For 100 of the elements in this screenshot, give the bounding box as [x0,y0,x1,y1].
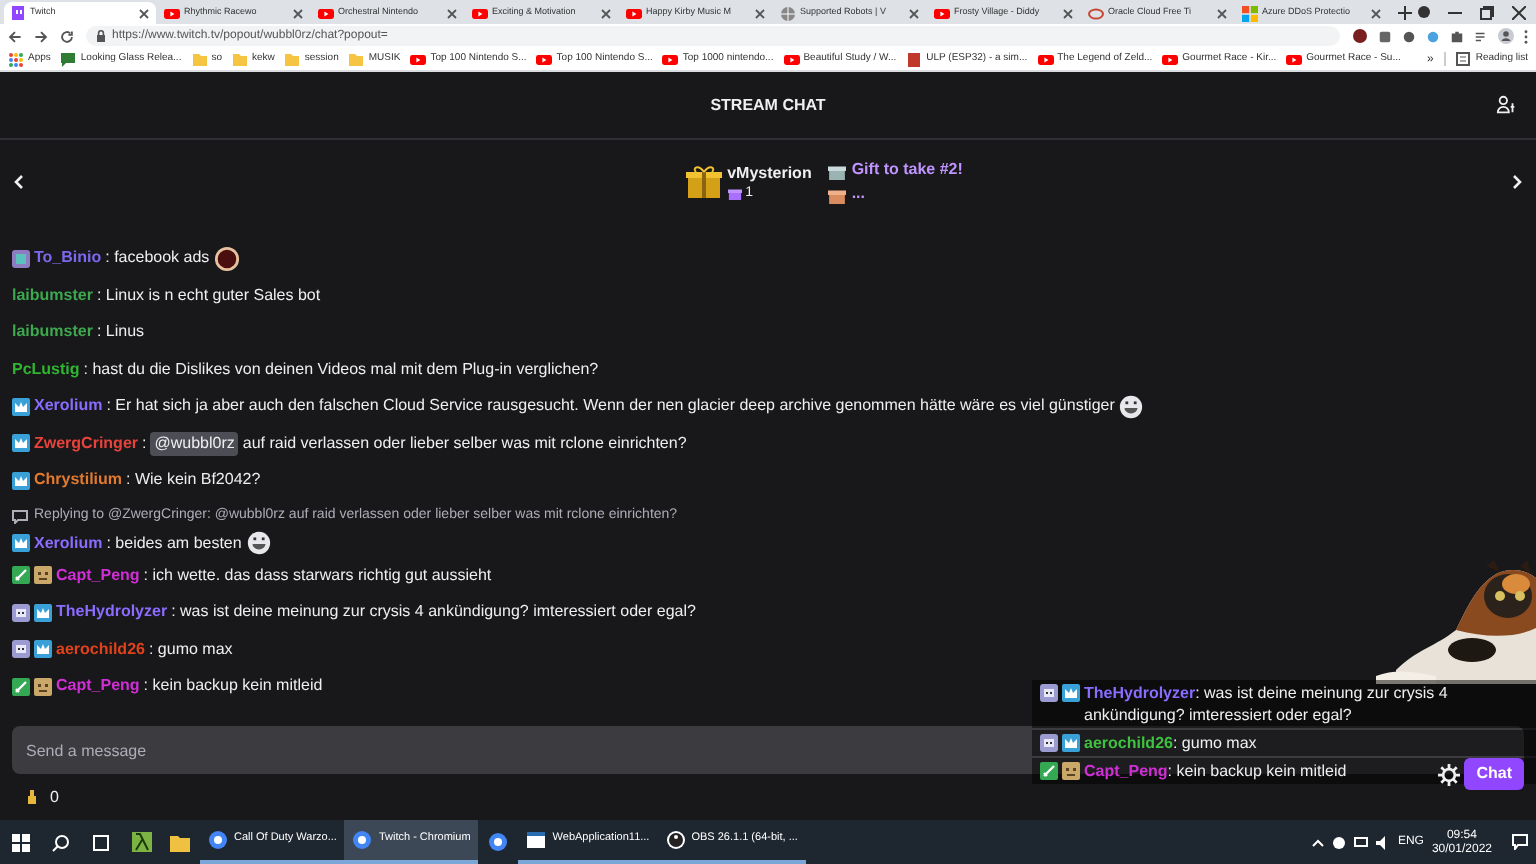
restore-icon[interactable] [1480,5,1494,19]
message-text: : Er hat sich ja aber auch den falschen Cloud Service rausgesucht. Wenn der nen glacier deep archive genommen hätte wäre es viel günstiger [106,394,1115,419]
crown-icon [34,603,52,622]
sword-icon [12,566,30,585]
message-text: : Linus [96,320,145,345]
mention-chip[interactable]: @wubbl0rz [150,431,239,456]
points-icon[interactable] [26,790,38,804]
notification-icon[interactable] [1512,834,1528,850]
robot-icon [1040,684,1058,702]
close-icon[interactable] [600,7,612,19]
message-text: : was ist deine meinung zur crysis 4 ankündigung? imteressiert oder egal? [171,600,696,625]
close-icon[interactable] [1370,7,1382,19]
crown-icon [12,434,30,453]
settings-icon[interactable] [1438,764,1460,786]
oval-icon [1088,5,1104,21]
more-text: ... [851,186,865,202]
sword-icon [12,677,30,696]
block-face-icon [34,566,52,585]
puzzle-icon[interactable] [1450,29,1464,43]
play-icon [626,5,642,21]
username[interactable]: ZwergCringer [34,431,139,456]
crown-icon [34,640,52,659]
username[interactable]: laibumster [12,283,93,308]
round-emote-icon [213,245,240,272]
chevron-left-icon[interactable] [12,174,24,190]
username[interactable]: aerochild26 [56,637,145,662]
profile-icon[interactable] [1498,28,1514,44]
browser-icon [208,830,228,850]
sword-icon [1040,762,1058,780]
points-count: 0 [50,785,59,809]
message-text: : Linux is n echt guter Sales bot [96,283,321,308]
username[interactable]: laibumster [12,320,93,345]
message-text: : Wie kein Bf2042? [126,468,261,493]
message-text: : kein backup kein mitleid [143,674,323,699]
grid-icon [1242,5,1258,21]
document-icon [906,51,923,67]
back-icon[interactable] [8,29,22,43]
playlist-icon[interactable] [1474,29,1488,43]
message-text: : facebook ads [105,246,210,271]
overlay-message: aerochild26: gumo max [1084,732,1257,754]
message-text: : gumo max [148,637,233,662]
reply-icon [12,510,28,524]
close-icon[interactable] [1512,5,1526,19]
username[interactable]: To_Binio [34,246,102,271]
message-text: : ich wette. das dass starwars richtig gut aussieht [143,563,492,588]
username[interactable]: Xerolium [34,394,103,419]
block-face-icon [34,677,52,696]
gift-title[interactable]: Gift to take #2! [851,162,963,178]
lambda-icon[interactable] [132,832,152,852]
windows-icon[interactable] [12,833,30,851]
task-view-icon[interactable] [92,833,110,851]
twitch-icon [10,5,26,21]
minimize-icon[interactable] [1448,11,1462,13]
crown-icon [1062,734,1080,752]
username[interactable]: Capt_Peng [56,563,140,588]
browser-icon [352,830,373,850]
window-icon [526,830,547,850]
profile-icon[interactable] [1418,6,1430,18]
crown-icon [12,471,30,490]
volume-icon[interactable] [1375,835,1390,849]
close-icon[interactable] [446,7,458,19]
close-icon[interactable] [138,7,150,19]
username[interactable]: TheHydrolyzer [56,600,168,625]
robot-icon [12,640,30,659]
username[interactable]: Chrystilium [34,468,123,493]
forward-icon[interactable] [34,29,48,43]
chat-button[interactable]: Chat [1464,758,1524,790]
network-icon[interactable] [1353,835,1368,849]
reload-icon[interactable] [60,29,74,43]
username[interactable]: Xerolium [34,531,103,555]
username[interactable]: PcLustig [12,357,80,382]
folder-icon[interactable] [170,833,190,851]
close-icon[interactable] [754,7,766,19]
chat-bubble-icon [60,51,77,67]
username[interactable]: Capt_Peng [56,674,140,699]
grinning-face-icon [1118,393,1145,420]
message-text: : [142,431,147,456]
crown-icon [12,397,30,416]
play-icon [164,5,180,21]
new-tab-icon[interactable] [1398,6,1412,20]
badge-icon [12,249,30,268]
close-icon[interactable] [1062,7,1074,19]
robot-icon [1040,734,1058,752]
overlay-message: TheHydrolyzer: was ist deine meinung zur crysis 4 ankündigung? imteressiert oder egal? [1084,682,1450,726]
crown-icon [12,534,30,552]
message-text: : hast du die Dislikes von deinen Videos mal mit dem Plug-in verglichen? [83,357,599,382]
search-icon[interactable] [52,833,70,851]
users-icon[interactable] [1496,94,1518,116]
tray-icon[interactable] [1331,835,1346,849]
gifter-name[interactable]: vMysterion [727,165,812,181]
close-icon[interactable] [1216,7,1228,19]
gift-icon [827,161,846,179]
panel-title: STREAM CHAT [710,93,826,117]
record-icon [665,830,686,850]
gift-icon [727,185,742,199]
chevron-right-icon[interactable] [1512,174,1524,190]
message-text: auf raid verlassen oder lieber selber was mit rclone einrichten? [242,431,687,456]
message-text: : beides am besten [106,531,242,555]
close-icon[interactable] [908,7,920,19]
close-icon[interactable] [292,7,304,19]
